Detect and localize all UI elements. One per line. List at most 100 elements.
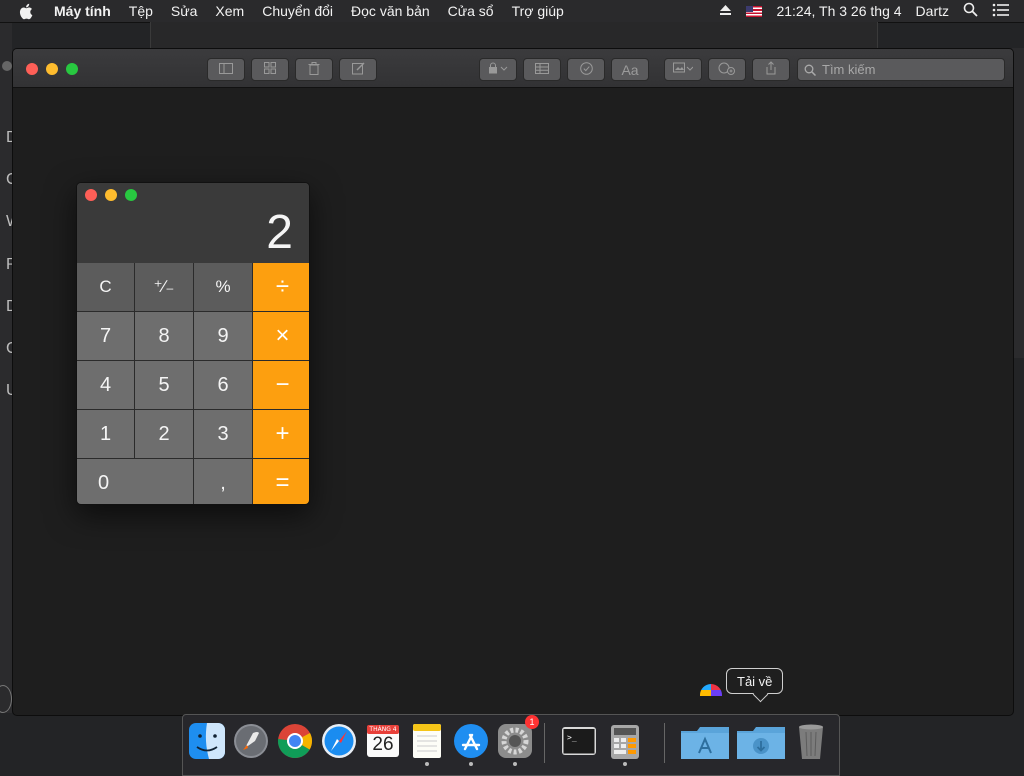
menu-window[interactable]: Cửa sổ — [448, 3, 494, 19]
grid-icon — [264, 62, 276, 77]
calculator-display-value: 2 — [266, 206, 293, 259]
digit-9-key[interactable]: 9 — [194, 312, 252, 360]
background-window-button — [2, 61, 12, 71]
add-key[interactable]: + — [253, 410, 309, 458]
background-circle — [0, 685, 12, 713]
calculator-dock-icon[interactable] — [605, 721, 645, 761]
trash-icon — [308, 61, 320, 78]
running-indicator — [469, 762, 473, 766]
digit-7-key[interactable]: 7 — [77, 312, 134, 360]
status-area: 21:24, Th 3 26 thg 4 Dartz — [719, 0, 1024, 22]
notification-center-icon[interactable] — [992, 3, 1010, 20]
digit-3-key[interactable]: 3 — [194, 410, 252, 458]
table-button[interactable] — [523, 58, 561, 81]
trash-icon[interactable] — [791, 721, 831, 761]
digit-2-key[interactable]: 2 — [135, 410, 193, 458]
digit-5-key[interactable]: 5 — [135, 361, 193, 409]
calendar-month: THÁNG 4 — [369, 726, 397, 733]
terminal-icon[interactable]: >_ — [559, 721, 599, 761]
sidebar-toggle-button[interactable] — [207, 58, 245, 81]
background-window-left: D C W P D C U — [0, 23, 21, 713]
percent-key[interactable]: % — [194, 263, 252, 311]
checklist-icon — [579, 61, 593, 78]
calendar-icon[interactable]: THÁNG 4 26 — [363, 721, 403, 761]
window-toolbar: Aa — [13, 49, 1013, 88]
svg-text:>_: >_ — [567, 733, 577, 742]
compose-button[interactable] — [339, 58, 377, 81]
dock-tooltip: Tải về — [726, 668, 784, 694]
digit-1-key[interactable]: 1 — [77, 410, 134, 458]
dock-separator — [664, 723, 665, 763]
compose-icon — [351, 62, 365, 78]
decimal-key[interactable]: , — [194, 459, 252, 504]
table-icon — [535, 62, 549, 77]
menu-edit[interactable]: Sửa — [171, 3, 198, 19]
app-store-icon[interactable] — [451, 721, 491, 761]
eject-icon[interactable] — [719, 3, 732, 19]
search-field[interactable] — [797, 58, 1005, 81]
apple-icon[interactable] — [18, 2, 36, 20]
lock-button[interactable] — [479, 58, 517, 81]
notification-badge: 1 — [525, 715, 539, 729]
running-indicator — [425, 762, 429, 766]
system-preferences-icon[interactable]: 1 — [495, 715, 539, 761]
menu-convert[interactable]: Chuyển đổi — [262, 3, 333, 19]
dock-separator — [544, 723, 545, 763]
search-input[interactable] — [822, 62, 992, 77]
calculator-display: 2 — [77, 183, 309, 263]
user-name[interactable]: Dartz — [916, 3, 949, 19]
collaborate-button[interactable] — [708, 58, 746, 81]
collaborate-icon — [718, 62, 736, 78]
digit-0-key[interactable]: 0 — [77, 459, 193, 504]
media-icon — [673, 62, 694, 77]
menu-view[interactable]: Xem — [215, 3, 244, 19]
minimize-button[interactable] — [46, 63, 58, 75]
chrome-icon[interactable] — [275, 721, 315, 761]
menu-bar: Máy tính Tệp Sửa Xem Chuyển đổi Đọc văn … — [0, 0, 1024, 23]
multiply-key[interactable]: × — [253, 312, 309, 360]
notes-icon[interactable] — [407, 721, 447, 761]
calculator-keypad: C ⁺∕₋% ÷ 7 8 9 × 4 5 6− 1 2 3 +0, = — [77, 263, 309, 504]
digit-4-key[interactable]: 4 — [77, 361, 134, 409]
calculator-window: 2 C ⁺∕₋% ÷ 7 8 9 × 4 5 6−1 2 3 +0, = — [76, 182, 310, 505]
subtract-key[interactable]: − — [253, 361, 309, 409]
calendar-day: 26 — [372, 734, 394, 755]
divide-key[interactable]: ÷ — [253, 263, 309, 311]
gallery-view-button[interactable] — [251, 58, 289, 81]
share-button[interactable] — [752, 58, 790, 81]
calculator-close-button[interactable] — [85, 189, 97, 201]
background-window-strip — [150, 22, 878, 48]
safari-icon[interactable] — [319, 721, 359, 761]
running-indicator — [513, 762, 517, 766]
digit-6-key[interactable]: 6 — [194, 361, 252, 409]
running-indicator — [623, 762, 627, 766]
menu-help[interactable]: Trợ giúp — [512, 3, 564, 19]
launchpad-icon[interactable] — [231, 721, 271, 761]
digit-8-key[interactable]: 8 — [135, 312, 193, 360]
finder-icon[interactable] — [187, 721, 227, 761]
equals-key[interactable]: = — [253, 459, 309, 504]
menu-app-name[interactable]: Máy tính — [54, 3, 111, 19]
media-button[interactable] — [664, 58, 702, 81]
clear-key[interactable]: C — [77, 263, 134, 311]
lock-icon — [488, 62, 508, 77]
downloads-folder-icon[interactable] — [735, 721, 787, 761]
dock: THÁNG 4 26 1 >_ — [182, 714, 840, 776]
calculator-minimize-button[interactable] — [105, 189, 117, 201]
sign-toggle-key[interactable]: ⁺∕₋ — [135, 263, 193, 311]
zoom-button[interactable] — [66, 63, 78, 75]
menu-file[interactable]: Tệp — [129, 3, 153, 19]
format-button[interactable]: Aa — [611, 58, 649, 81]
format-icon: Aa — [621, 61, 639, 78]
delete-button[interactable] — [295, 58, 333, 81]
calculator-zoom-button[interactable] — [125, 189, 137, 201]
checklist-button[interactable] — [567, 58, 605, 81]
close-button[interactable] — [26, 63, 38, 75]
share-icon — [765, 61, 777, 78]
sidebar-icon — [219, 62, 233, 77]
spotlight-icon[interactable] — [963, 2, 978, 20]
clock[interactable]: 21:24, Th 3 26 thg 4 — [776, 3, 901, 19]
applications-folder-icon[interactable] — [679, 721, 731, 761]
us-flag-icon[interactable] — [746, 5, 763, 17]
menu-speech[interactable]: Đọc văn bản — [351, 3, 430, 19]
